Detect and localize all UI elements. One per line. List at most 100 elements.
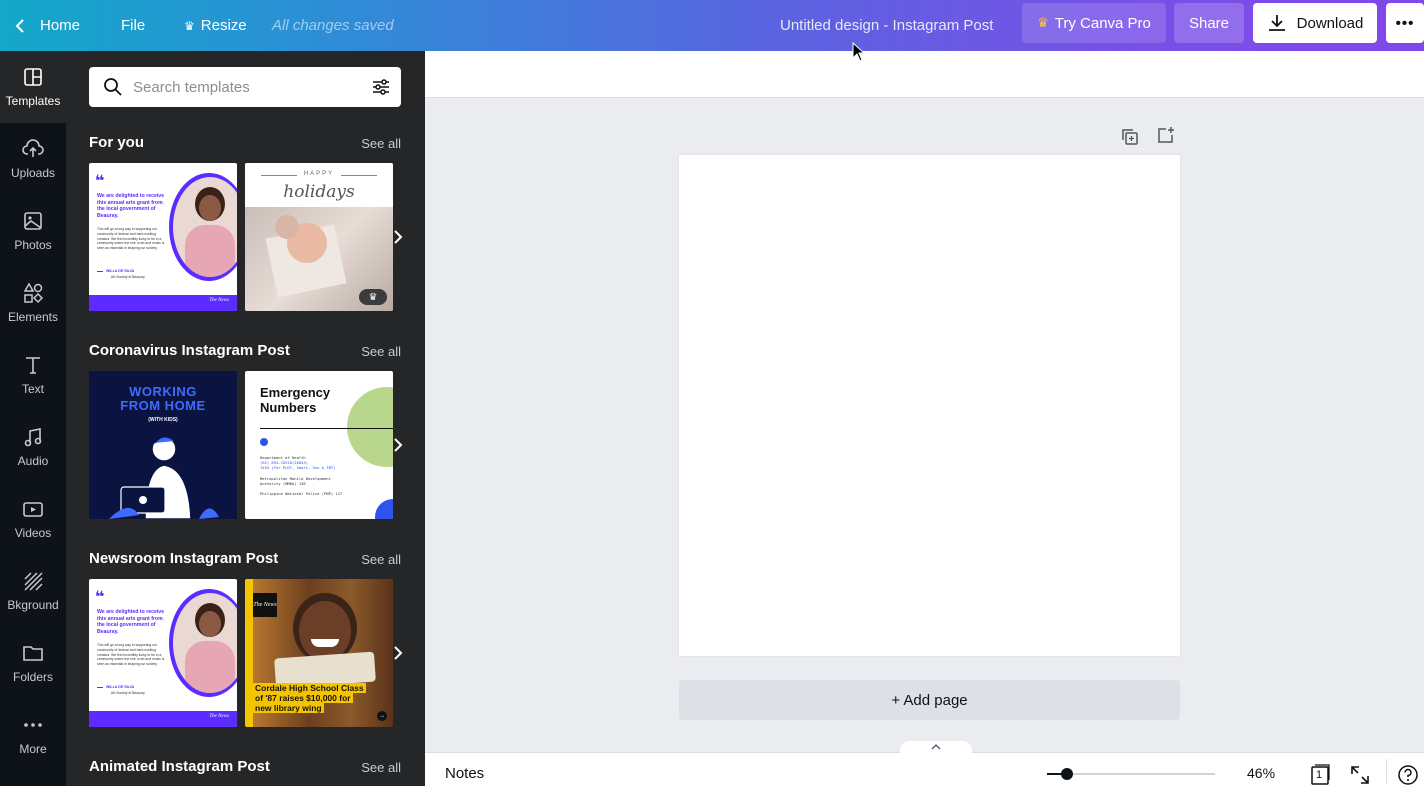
quote-small: This will go a long way in supporting ou… bbox=[97, 643, 165, 667]
templates-icon bbox=[24, 68, 42, 86]
more-options-button[interactable]: ••• bbox=[1386, 3, 1424, 43]
rail-item-folders[interactable]: Folders bbox=[0, 627, 66, 699]
template-thumb-emergency[interactable]: Emergency Numbers Department of Health (… bbox=[245, 371, 393, 519]
template-thumb-newsroom-quote[interactable]: ❝ We are delighted to receive this annua… bbox=[89, 579, 237, 727]
section-title: For you bbox=[89, 134, 144, 151]
portrait-photo bbox=[173, 593, 237, 693]
wfh-line1: WORKING bbox=[129, 384, 197, 399]
blue-circle bbox=[375, 499, 393, 519]
emergency-title2: Numbers bbox=[260, 400, 317, 415]
home-button[interactable]: Home bbox=[14, 0, 80, 51]
photos-icon bbox=[24, 212, 42, 230]
rail-label: Uploads bbox=[10, 166, 56, 180]
upload-icon bbox=[22, 139, 44, 157]
zoom-percentage[interactable]: 46% bbox=[1247, 765, 1275, 781]
resize-label: Resize bbox=[200, 17, 247, 34]
bottom-bar: Notes 46% 1 bbox=[425, 741, 1424, 786]
page-count-icon[interactable]: 1 bbox=[1309, 764, 1331, 786]
search-input[interactable] bbox=[133, 75, 363, 99]
template-thumb-quote[interactable]: ❝ We are delighted to receive this annua… bbox=[89, 163, 237, 311]
fullscreen-icon[interactable] bbox=[1349, 764, 1371, 786]
wfh-line3: (WITH KIDS) bbox=[148, 417, 178, 423]
emergency-title1: Emergency bbox=[260, 385, 331, 400]
background-icon bbox=[24, 572, 43, 591]
quote-icon: ❝ bbox=[95, 173, 105, 190]
videos-icon bbox=[23, 502, 43, 517]
document-title[interactable]: Untitled design - Instagram Post bbox=[780, 0, 993, 51]
duplicate-page-icon[interactable] bbox=[1120, 127, 1140, 147]
yellow-bar bbox=[245, 579, 253, 727]
rail-label: Folders bbox=[12, 670, 53, 684]
section-title: Newsroom Instagram Post bbox=[89, 550, 279, 567]
rail-label: Bkground bbox=[7, 598, 59, 612]
see-all-link[interactable]: See all bbox=[361, 344, 401, 359]
help-icon[interactable] bbox=[1397, 764, 1419, 786]
crown-icon: ♛ bbox=[184, 18, 195, 33]
person-laptop-illustration bbox=[109, 435, 219, 519]
chevron-right-icon[interactable] bbox=[388, 227, 408, 247]
rail-item-audio[interactable]: Audio bbox=[0, 411, 66, 483]
side-rail: Templates Uploads Photos Elements Text A… bbox=[0, 51, 66, 786]
quote-org: Art Society of Beauray bbox=[111, 691, 145, 695]
chevron-up-icon[interactable] bbox=[900, 741, 972, 753]
templates-panel: For you See all ❝ We are delighted to re… bbox=[66, 51, 425, 786]
rail-item-templates[interactable]: Templates bbox=[0, 51, 66, 123]
folder-icon bbox=[23, 646, 43, 661]
filter-icon[interactable] bbox=[371, 77, 391, 97]
download-button[interactable]: Download bbox=[1253, 3, 1377, 43]
quote-name: WILLA DE SILVA bbox=[106, 685, 135, 689]
template-thumb-holidays[interactable]: HAPPY holidays ♛ bbox=[245, 163, 393, 311]
file-menu[interactable]: File bbox=[121, 0, 145, 51]
holidays-header: HAPPY holidays bbox=[245, 163, 393, 207]
rail-label: Text bbox=[21, 382, 44, 396]
zoom-slider-thumb[interactable] bbox=[1061, 768, 1074, 780]
try-pro-label: Try Canva Pro bbox=[1054, 14, 1151, 32]
search-box bbox=[89, 67, 401, 107]
download-label: Download bbox=[1296, 14, 1364, 32]
chevron-right-icon[interactable] bbox=[388, 643, 408, 663]
news-logo: The News bbox=[209, 714, 229, 719]
rail-item-more[interactable]: More bbox=[0, 699, 66, 771]
holidays-top: HAPPY bbox=[303, 171, 335, 177]
save-status: All changes saved bbox=[272, 17, 394, 34]
try-pro-button[interactable]: ♛ Try Canva Pro bbox=[1022, 3, 1166, 43]
quote-footer: The News bbox=[89, 295, 237, 311]
share-button[interactable]: Share bbox=[1174, 3, 1244, 43]
crown-icon: ♛ bbox=[1037, 15, 1049, 30]
rail-item-elements[interactable]: Elements bbox=[0, 267, 66, 339]
text-icon bbox=[26, 357, 40, 374]
chevron-right-icon[interactable] bbox=[388, 435, 408, 455]
news-headline: Cordale High School Class of '87 raises … bbox=[253, 683, 366, 713]
rail-label: Elements bbox=[7, 310, 59, 324]
rail-item-videos[interactable]: Videos bbox=[0, 483, 66, 555]
add-page-icon[interactable] bbox=[1156, 125, 1176, 145]
more-icon bbox=[24, 723, 42, 727]
resize-button[interactable]: ♛ Resize bbox=[184, 0, 247, 51]
rail-label: Photos bbox=[14, 238, 52, 252]
quote-footer: The News bbox=[89, 711, 237, 727]
add-page-button[interactable]: + Add page bbox=[679, 680, 1180, 720]
gift-photo: ♛ bbox=[245, 207, 393, 311]
notes-button[interactable]: Notes bbox=[445, 765, 484, 782]
rail-label: Templates bbox=[5, 94, 61, 108]
wfh-line2: FROM HOME bbox=[120, 398, 206, 413]
rail-item-text[interactable]: Text bbox=[0, 339, 66, 411]
holidays-script: holidays bbox=[283, 182, 355, 202]
quote-body: We are delighted to receive this annual … bbox=[97, 193, 165, 219]
template-thumb-news-library[interactable]: The News Cordale High School Class of '8… bbox=[245, 579, 393, 727]
news-logo: The News bbox=[209, 298, 229, 303]
editor-toolbar bbox=[425, 51, 1424, 98]
page-count: 1 bbox=[1316, 769, 1323, 781]
quote-icon: ❝ bbox=[95, 589, 105, 606]
rail-item-background[interactable]: Bkground bbox=[0, 555, 66, 627]
see-all-link[interactable]: See all bbox=[361, 552, 401, 567]
see-all-link[interactable]: See all bbox=[361, 136, 401, 151]
rail-item-photos[interactable]: Photos bbox=[0, 195, 66, 267]
bullet-dot bbox=[260, 438, 268, 446]
see-all-link[interactable]: See all bbox=[361, 760, 401, 775]
rail-item-uploads[interactable]: Uploads bbox=[0, 123, 66, 195]
template-thumb-wfh[interactable]: WORKING FROM HOME (WITH KIDS) bbox=[89, 371, 237, 519]
audio-icon bbox=[24, 428, 42, 447]
arrow-icon: → bbox=[377, 711, 387, 721]
design-page[interactable] bbox=[679, 155, 1180, 656]
